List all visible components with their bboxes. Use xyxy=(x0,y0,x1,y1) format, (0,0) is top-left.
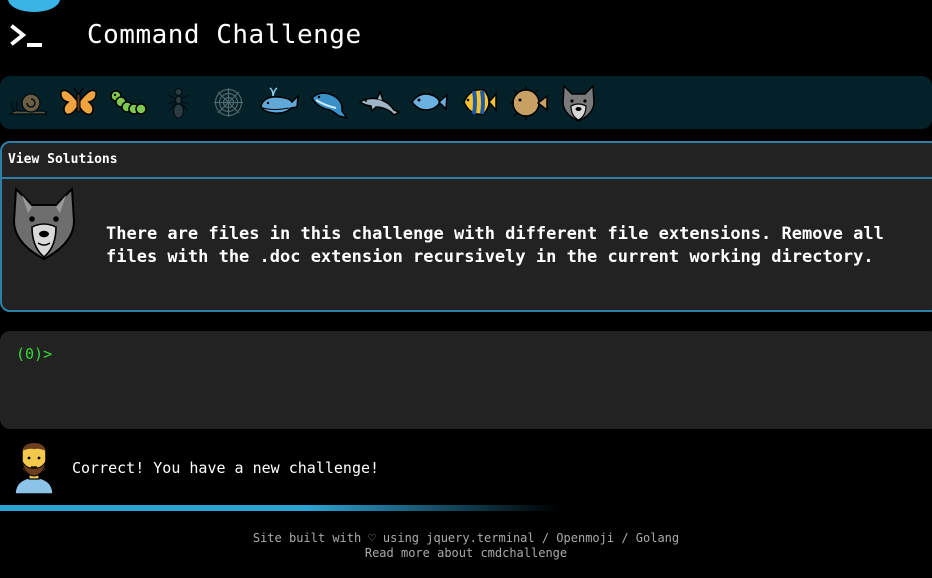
ant-icon[interactable] xyxy=(156,80,201,125)
footer-credits-link[interactable]: Site built with ♡ using jquery.terminal … xyxy=(253,531,679,545)
view-solutions-label[interactable]: View Solutions xyxy=(8,152,118,167)
snail-icon[interactable] xyxy=(6,80,51,125)
footer: Site built with ♡ using jquery.terminal … xyxy=(0,531,932,561)
wolf-icon xyxy=(12,186,76,261)
man-beard-icon xyxy=(14,442,54,495)
terminal-prompt: (0)> xyxy=(16,345,53,363)
page: Command Challenge View Solutions There a… xyxy=(0,0,932,578)
spouting-whale-icon[interactable] xyxy=(306,80,351,125)
progress-bar xyxy=(0,505,932,511)
header: Command Challenge xyxy=(0,0,932,74)
site-title: Command Challenge xyxy=(87,20,362,50)
whale-icon[interactable] xyxy=(256,80,301,125)
view-solutions-bar[interactable]: View Solutions xyxy=(2,143,932,179)
spider-web-icon[interactable] xyxy=(206,80,251,125)
challenge-panel: View Solutions There are files in this c… xyxy=(0,141,932,312)
fish-icon[interactable] xyxy=(406,80,451,125)
level-icons xyxy=(6,80,601,125)
caterpillar-icon[interactable] xyxy=(106,80,151,125)
level-bar xyxy=(0,76,932,129)
terminal-prompt-icon[interactable] xyxy=(10,24,44,50)
dolphin-icon[interactable] xyxy=(356,80,401,125)
footer-about-link[interactable]: Read more about cmdchallenge xyxy=(365,546,567,560)
tropical-fish-icon[interactable] xyxy=(456,80,501,125)
blowfish-icon[interactable] xyxy=(506,80,551,125)
butterfly-icon[interactable] xyxy=(56,80,101,125)
progress-fill xyxy=(0,505,560,511)
terminal[interactable]: (0)> xyxy=(0,331,932,429)
wolf-icon[interactable] xyxy=(556,80,601,125)
challenge-description: There are files in this challenge with d… xyxy=(106,224,884,267)
status-message: Correct! You have a new challenge! xyxy=(72,459,380,477)
